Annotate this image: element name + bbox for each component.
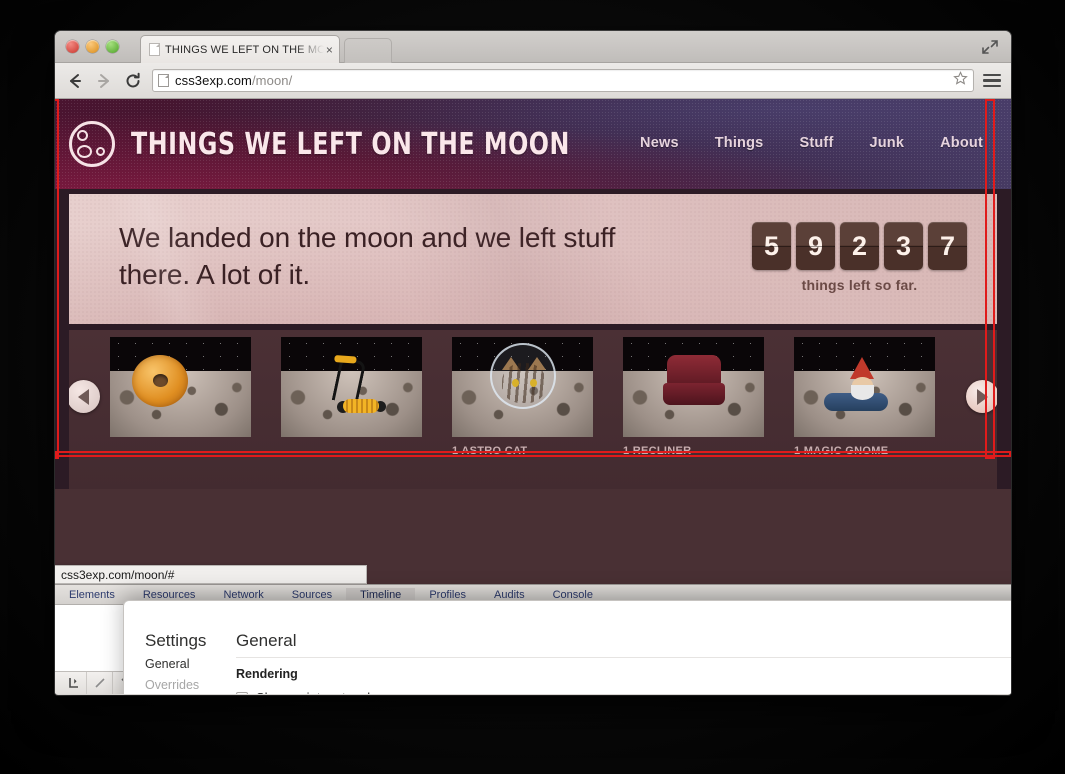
nav-item-about[interactable]: About [940,135,983,151]
carousel-item-caption: 1 Magic Gnome [794,445,889,457]
hamburger-menu-icon[interactable] [983,73,1001,88]
record-icon[interactable] [61,672,87,694]
back-button[interactable] [65,71,85,91]
browser-window: Things we left on the moon × [55,31,1011,695]
browser-tabstrip: Things we left on the moon × [55,31,1011,63]
browser-tab-title: Things we left on the moon [165,43,324,56]
gnome-beard [851,385,874,400]
expand-arrows-icon[interactable] [979,37,1001,57]
url-path: /moon/ [251,73,293,88]
thumbnail-magic-gnome [794,337,935,437]
counter-digits: 5 9 2 3 7 [752,222,967,270]
settings-dialog: Settings General ✕ General Overrides Sho… [123,600,1011,694]
close-icon[interactable]: × [324,44,333,56]
new-tab-button[interactable] [344,38,392,63]
recliner-object [663,355,725,409]
url-text: css3exp.com/moon/ [175,73,292,88]
link-status-bubble: css3exp.com/moon/# [55,565,367,584]
cat-head [502,363,546,403]
clear-icon[interactable] [87,672,113,694]
nav-item-news[interactable]: News [640,135,679,151]
settings-body: General Overrides Shortcuts Rendering Sh… [124,657,1011,694]
window-traffic-lights [66,40,119,53]
site-title: Things we left on the moon [131,126,570,162]
reload-button[interactable] [123,71,143,91]
page-icon [149,43,160,56]
nav-item-things[interactable]: Things [715,135,764,151]
site-brand[interactable]: Things we left on the moon [69,121,630,167]
settings-section-title: Rendering [236,667,298,681]
recliner-seat [663,383,725,405]
carousel-item[interactable]: 1 Magic Gnome [794,337,935,457]
carousel-item[interactable]: 1 Astro Cat [452,337,593,457]
carousel-track: 1 Astro Cat 1 Recliner [110,337,935,457]
page-icon [158,74,169,87]
site-header: Things we left on the moon News Things S… [55,99,1011,189]
bagel-object [132,355,188,407]
gnome-hat [850,357,874,379]
mower-body [343,399,379,413]
settings-sidebar-item-general[interactable]: General [145,657,236,671]
thumbnail-recliner [623,337,764,437]
site-nav: News Things Stuff Junk About [640,135,983,151]
counter-digit: 2 [840,222,879,270]
setting-show-paint-rectangles[interactable]: Show paint rectangles [236,690,1011,694]
cat-eye [530,379,537,387]
browser-toolbar: css3exp.com/moon/ [55,63,1011,99]
things-counter: 5 9 2 3 7 things left so far. [752,222,967,293]
thumbnail-astro-cat [452,337,593,437]
thumbnail-bagel [110,337,251,437]
star-icon[interactable] [953,70,968,91]
nav-item-stuff[interactable]: Stuff [799,135,833,151]
counter-label: things left so far. [801,277,918,293]
url-host: css3exp.com [175,73,252,88]
counter-digit: 9 [796,222,835,270]
settings-header: Settings General [124,601,1011,657]
carousel-item-caption: 1 Recliner [623,445,692,457]
close-window-button[interactable] [66,40,79,53]
moon-icon [69,121,115,167]
settings-page-title: General [236,631,297,650]
address-bar[interactable]: css3exp.com/moon/ [152,69,974,92]
minimize-window-button[interactable] [86,40,99,53]
browser-tab[interactable]: Things we left on the moon × [140,35,340,63]
screenshot-root: Things we left on the moon × [0,0,1065,774]
settings-main: Rendering Show paint rectangles Show FPS… [236,657,1011,694]
counter-digit: 5 [752,222,791,270]
setting-label: Show paint rectangles [256,690,384,694]
checkbox-icon[interactable] [236,691,248,694]
recliner-back [667,355,721,385]
counter-digit: 7 [928,222,967,270]
carousel-item[interactable]: 1 Recliner [623,337,764,457]
hero-banner: We landed on the moon and we left stuff … [69,194,997,324]
settings-sidebar-item-overrides[interactable]: Overrides [145,678,236,692]
thumbnail-lawn-mower [281,337,422,437]
forward-button[interactable] [94,71,114,91]
settings-sidebar: General Overrides Shortcuts [124,657,236,694]
chevron-right-icon[interactable] [966,380,997,413]
settings-word: Settings [145,631,207,650]
devtools-tab-elements[interactable]: Elements [55,588,129,604]
carousel-item-caption: 1 Astro Cat [452,445,528,457]
cat-eye [512,379,519,387]
counter-digit: 3 [884,222,923,270]
carousel-item[interactable] [110,337,251,457]
nav-item-junk[interactable]: Junk [869,135,904,151]
carousel-item[interactable] [281,337,422,457]
hero-headline: We landed on the moon and we left stuff … [119,222,616,290]
page-viewport: Things we left on the moon News Things S… [55,99,1011,694]
thing-carousel: 1 Astro Cat 1 Recliner [69,330,997,490]
chevron-left-icon[interactable] [69,380,100,413]
maximize-window-button[interactable] [106,40,119,53]
